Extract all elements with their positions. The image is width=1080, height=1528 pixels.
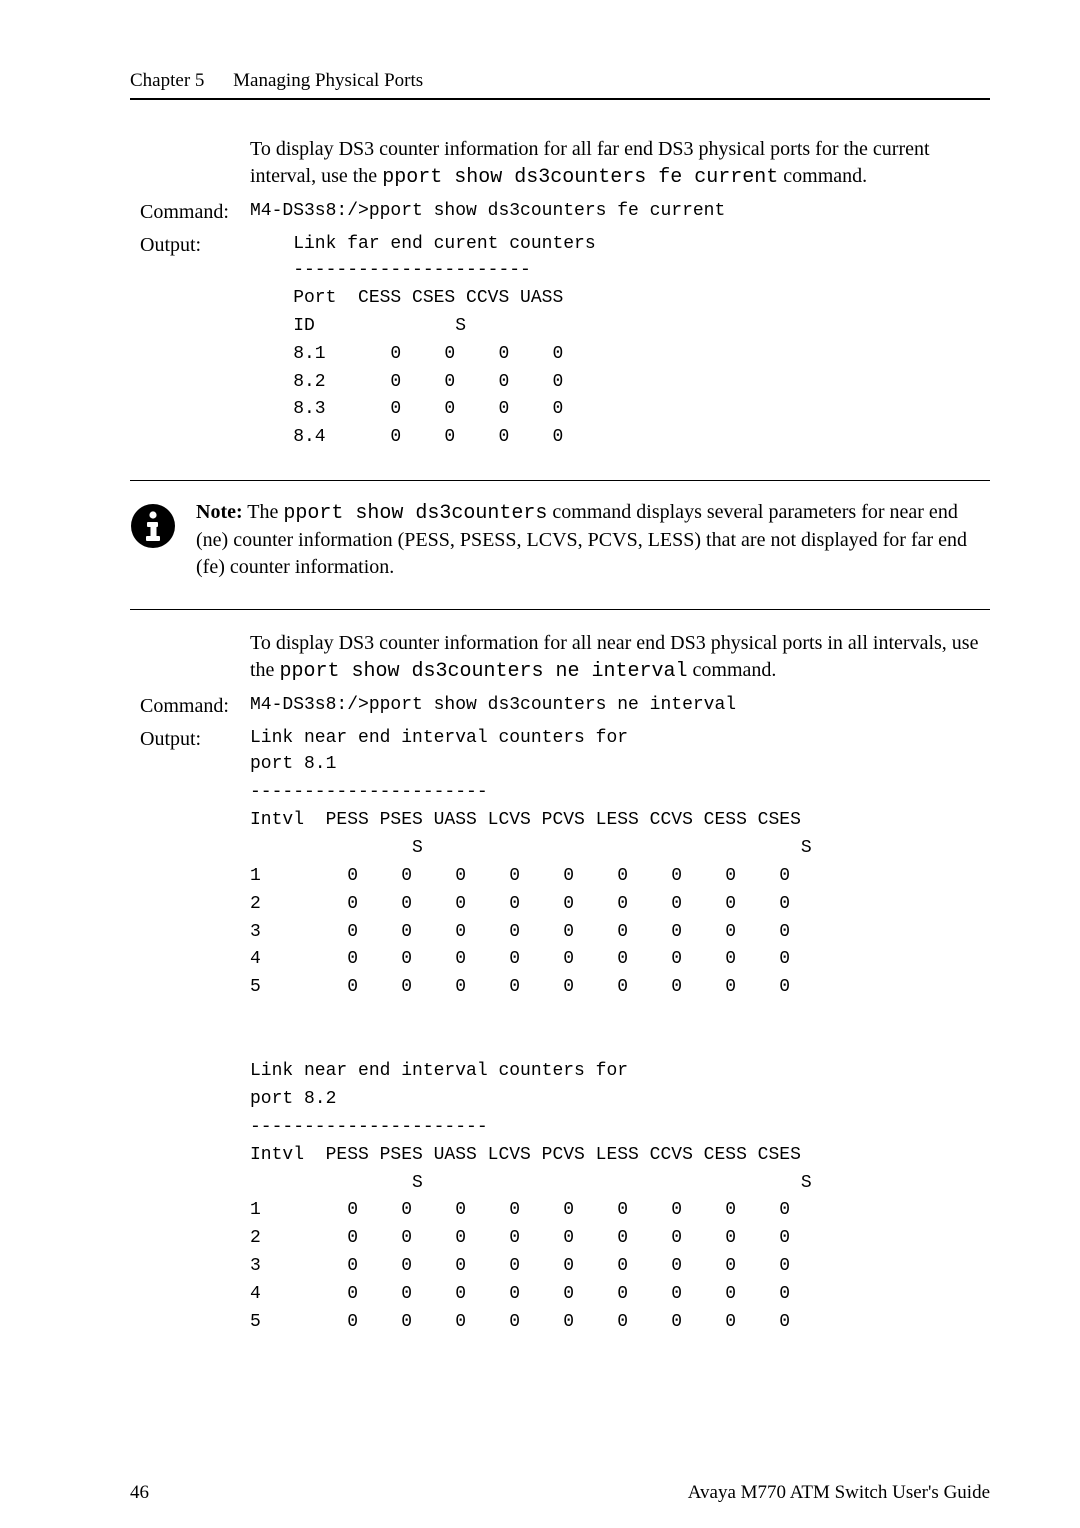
note-bold: Note:	[196, 501, 243, 523]
command-row-2: Command: M4-DS3s8:/>pport show ds3counte…	[140, 695, 990, 718]
output-row-2: Output: Link near end interval counters …	[140, 728, 990, 751]
divider	[130, 480, 990, 481]
text: command.	[688, 659, 777, 681]
divider	[130, 609, 990, 610]
output-first-line: Link far end curent counters	[250, 234, 596, 254]
output-row-1: Output: Link far end curent counters	[140, 234, 990, 257]
output-block-1: ---------------------- Port CESS CSES CC…	[250, 257, 990, 452]
chapter-title: Managing Physical Ports	[233, 70, 423, 91]
command-text: M4-DS3s8:/>pport show ds3counters ne int…	[250, 695, 736, 715]
text: The	[243, 501, 284, 523]
book-title: Avaya M770 ATM Switch User's Guide	[688, 1482, 990, 1504]
text: command.	[778, 165, 867, 187]
chapter-label: Chapter 5	[130, 70, 204, 92]
inline-code: pport show ds3counters	[283, 502, 547, 525]
paragraph-ne-intro: To display DS3 counter information for a…	[250, 630, 990, 685]
footer: 46 Avaya M770 ATM Switch User's Guide	[130, 1482, 990, 1504]
command-row-1: Command: M4-DS3s8:/>pport show ds3counte…	[140, 201, 990, 224]
command-label: Command:	[140, 695, 250, 718]
running-head: Chapter 5 Managing Physical Ports	[130, 70, 990, 100]
inline-code: pport show ds3counters ne interval	[279, 660, 687, 683]
note-text: Note: The pport show ds3counters command…	[196, 499, 990, 581]
paragraph-fe-intro: To display DS3 counter information for a…	[250, 136, 990, 191]
output-first-line: Link near end interval counters for	[250, 728, 628, 748]
inline-code: pport show ds3counters fe current	[382, 166, 778, 189]
command-label: Command:	[140, 201, 250, 224]
command-text: M4-DS3s8:/>pport show ds3counters fe cur…	[250, 201, 725, 221]
page-number: 46	[130, 1482, 149, 1504]
output-label: Output:	[140, 234, 250, 257]
output-label: Output:	[140, 728, 250, 751]
output-block-2: port 8.1 ---------------------- Intvl PE…	[250, 751, 990, 1337]
info-icon	[130, 503, 176, 549]
page: Chapter 5 Managing Physical Ports To dis…	[0, 0, 1080, 1528]
note: Note: The pport show ds3counters command…	[130, 499, 990, 581]
